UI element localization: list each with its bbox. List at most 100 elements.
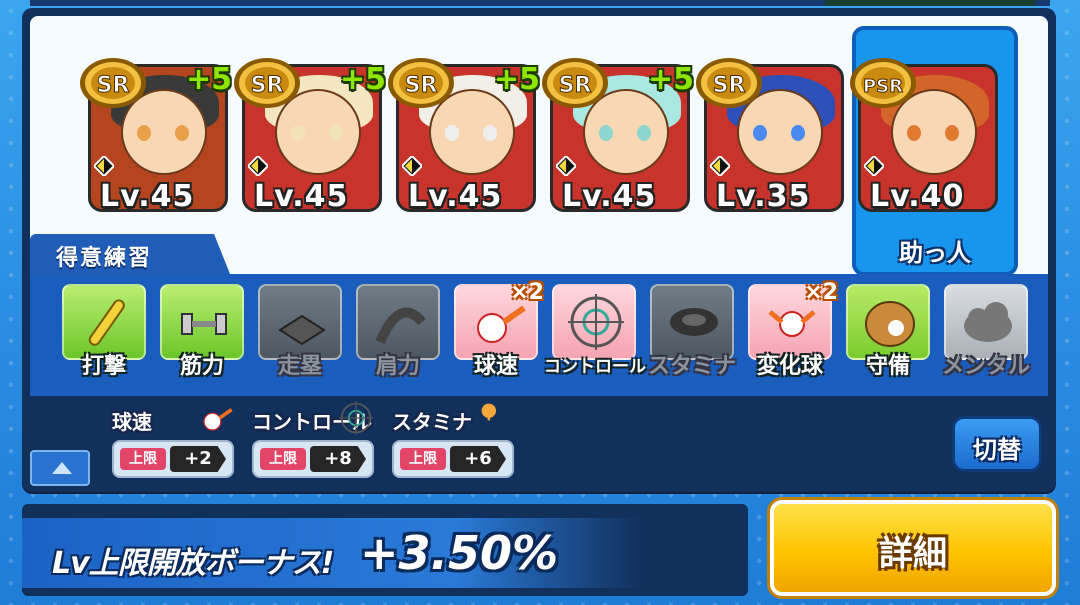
character-eye xyxy=(445,125,459,141)
practice-item[interactable]: 守備 xyxy=(846,284,930,388)
deck-panel: 助っ人 SR +5 Lv.45 SR +5 Lv.45 SR +5 Lv.45 SR +5 Lv.45… xyxy=(22,8,1056,492)
switch-button[interactable]: 切替 xyxy=(952,416,1042,472)
multiplier-badge: ×2 xyxy=(804,280,838,305)
practice-row: 打撃 筋力 走塁 肩力 ×2 球速 コントロール スタミナ ×2 変化球 守備 メンタル xyxy=(30,274,1048,396)
stamina-icon xyxy=(481,403,496,421)
bat-icon xyxy=(88,299,125,346)
rarity-badge-icon: SR xyxy=(234,58,300,108)
character-eye xyxy=(329,125,343,141)
practice-title: 得意練習 xyxy=(56,246,153,271)
card-level: Lv.45 xyxy=(100,179,195,214)
practice-item[interactable]: コントロール xyxy=(544,284,646,388)
detail-label: 詳細 xyxy=(879,534,947,574)
bonus-value: +3.50% xyxy=(360,526,559,580)
rarity-text: SR xyxy=(713,73,746,98)
practice-header: 得意練習 xyxy=(30,234,230,274)
practice-label: メンタル xyxy=(941,354,1030,379)
practice-item[interactable]: ×2 球速 xyxy=(454,280,544,388)
rarity-badge-icon: SR xyxy=(542,58,608,108)
helper-label: 助っ人 xyxy=(899,239,971,267)
character-card[interactable]: PSR Lv.40 xyxy=(850,58,998,214)
limit-bonus: +5 xyxy=(185,62,232,97)
practice-label: コントロール xyxy=(544,357,646,377)
rarity-text: SR xyxy=(97,73,130,98)
diamond-icon xyxy=(556,156,576,176)
rarity-badge-icon: SR xyxy=(80,58,146,108)
character-eye xyxy=(599,125,613,141)
limit-name: スタミナ xyxy=(392,410,472,434)
limit-name: 球速 xyxy=(112,410,152,434)
practice-item[interactable]: スタミナ xyxy=(648,284,736,388)
character-eye xyxy=(753,125,767,141)
card-level: Lv.35 xyxy=(716,179,811,214)
rarity-text: SR xyxy=(559,73,592,98)
practice-tile xyxy=(552,284,636,360)
switch-label: 切替 xyxy=(973,436,1021,464)
practice-item[interactable]: メンタル xyxy=(942,284,1030,388)
character-card[interactable]: SR +5 Lv.45 xyxy=(80,58,232,214)
character-eye xyxy=(137,125,151,141)
character-card[interactable]: SR +5 Lv.45 xyxy=(234,58,386,214)
limit-badge: スタミナ上限 +6 xyxy=(392,403,514,486)
rarity-text: SR xyxy=(251,73,284,98)
practice-label: 打撃 xyxy=(81,354,126,379)
diamond-icon xyxy=(710,156,730,176)
limit-tag: 上限 xyxy=(260,448,306,470)
practice-label: 守備 xyxy=(865,354,910,379)
target-icon xyxy=(339,401,373,435)
character-eye xyxy=(791,125,805,141)
bonus-label: Lv上限開放ボーナス! xyxy=(52,546,334,581)
card-level: Lv.40 xyxy=(870,179,965,214)
character-eye xyxy=(291,125,305,141)
limit-bonus: +5 xyxy=(647,62,694,97)
multiplier-badge: ×2 xyxy=(510,280,544,305)
character-eye xyxy=(907,125,921,141)
rarity-text: SR xyxy=(405,73,438,98)
card-level: Lv.45 xyxy=(254,179,349,214)
practice-label: 筋力 xyxy=(179,354,224,379)
base-icon xyxy=(278,314,326,346)
diamond-icon xyxy=(94,156,114,176)
limit-value-box: 上限 +8 xyxy=(252,440,374,478)
practice-label: 走塁 xyxy=(277,354,322,379)
character-card[interactable]: SR +5 Lv.45 xyxy=(542,58,694,214)
limit-badge: コントロール 上限 +8 xyxy=(252,401,374,486)
practice-item[interactable]: 筋力 xyxy=(160,284,244,388)
limit-value-box: 上限 +6 xyxy=(392,440,514,478)
character-eye xyxy=(175,125,189,141)
rarity-badge-icon: SR xyxy=(696,58,762,108)
chevron-up-icon xyxy=(52,462,72,474)
limit-badge: 球速上限 +2 xyxy=(112,406,234,486)
detail-button[interactable]: 詳細 xyxy=(770,500,1056,596)
rarity-badge-icon: SR xyxy=(388,58,454,108)
limit-bonus: +5 xyxy=(493,62,540,97)
diamond-icon xyxy=(402,156,422,176)
limit-value: +8 xyxy=(310,446,366,472)
dumbbell-icon xyxy=(181,313,227,335)
bonus-bar: Lv上限開放ボーナス! +3.50% xyxy=(22,504,748,596)
character-card[interactable]: SR +5 Lv.45 xyxy=(388,58,540,214)
rarity-badge-icon: PSR xyxy=(850,58,916,108)
top-right-tab xyxy=(825,0,1035,6)
practice-item[interactable]: 打撃 xyxy=(62,284,146,388)
fastball-icon xyxy=(203,408,233,431)
ball-arm-icon xyxy=(375,307,426,345)
tire-icon xyxy=(670,308,718,336)
practice-item[interactable]: 走塁 xyxy=(258,284,342,388)
practice-label: スタミナ xyxy=(647,354,736,379)
rarity-text: PSR xyxy=(863,76,903,97)
collapse-button[interactable] xyxy=(30,450,90,486)
character-card[interactable]: SR Lv.35 xyxy=(696,58,844,214)
glove-icon xyxy=(865,301,915,347)
practice-label: 変化球 xyxy=(756,354,823,379)
character-eye xyxy=(483,125,497,141)
practice-label: 球速 xyxy=(473,354,518,379)
limit-tag: 上限 xyxy=(120,448,166,470)
practice-item[interactable]: 肩力 xyxy=(356,284,440,388)
card-level: Lv.45 xyxy=(408,179,503,214)
card-level: Lv.45 xyxy=(562,179,657,214)
limit-tag: 上限 xyxy=(400,448,446,470)
limit-value-box: 上限 +2 xyxy=(112,440,234,478)
limit-bonus: +5 xyxy=(339,62,386,97)
practice-item[interactable]: ×2 変化球 xyxy=(748,280,838,388)
